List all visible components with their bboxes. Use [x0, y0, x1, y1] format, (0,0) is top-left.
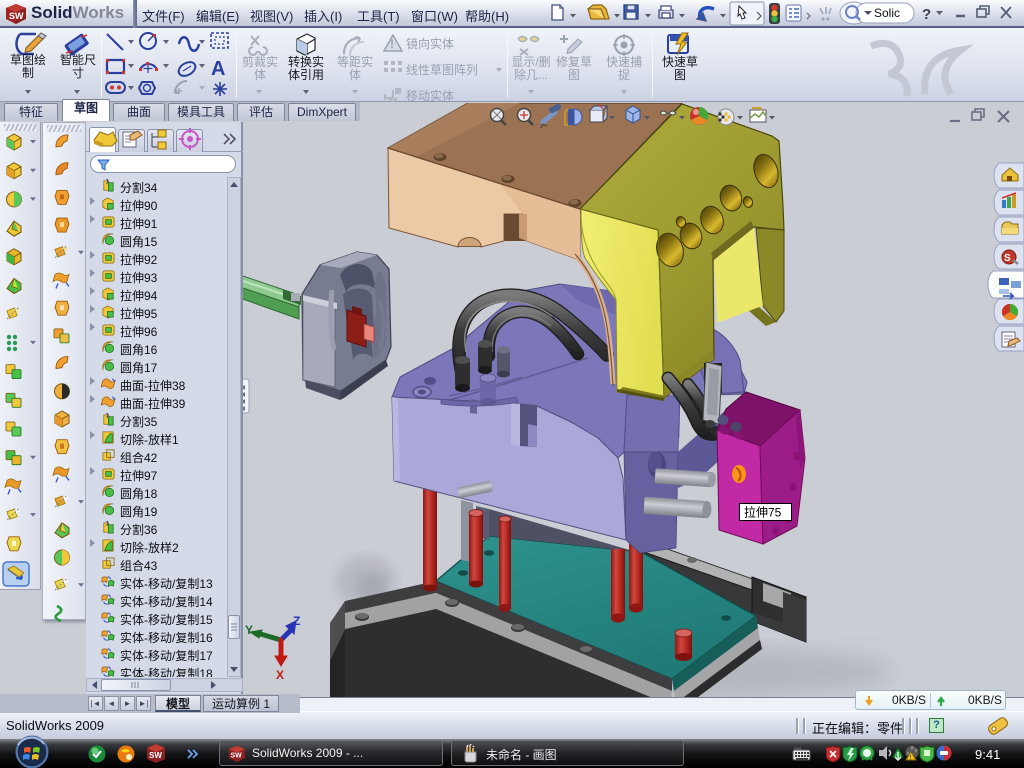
svg-text:Solic: Solic [874, 6, 900, 20]
svg-text:keys: keys [794, 747, 801, 751]
svg-text:SW: SW [149, 751, 162, 760]
svg-text:Y: Y [245, 623, 253, 637]
svg-text:?: ? [922, 6, 931, 23]
svg-text:X: X [276, 668, 284, 682]
svg-text:Z: Z [293, 614, 300, 628]
svg-text:SW: SW [230, 752, 242, 759]
svg-text:SW: SW [9, 11, 24, 21]
svg-text:A: A [211, 58, 225, 80]
svg-text:拉伸75: 拉伸75 [744, 505, 782, 520]
svg-text:S: S [1004, 253, 1011, 264]
svg-text:!: ! [390, 37, 394, 51]
